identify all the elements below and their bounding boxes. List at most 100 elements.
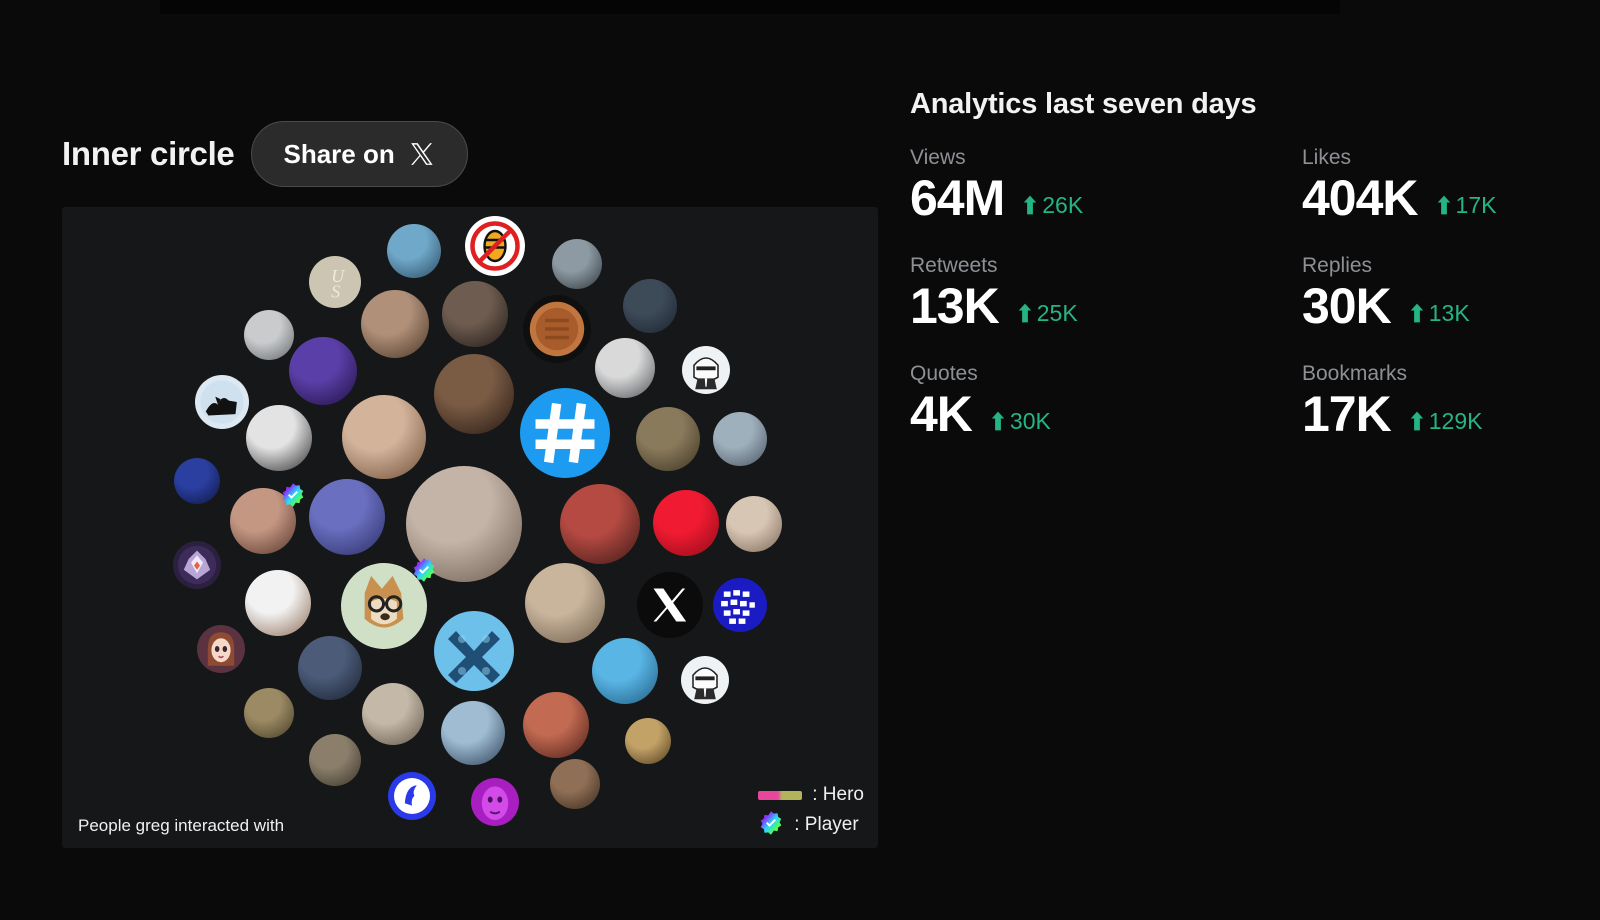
avatar-image <box>713 578 767 632</box>
bubble-avatar[interactable] <box>174 458 220 504</box>
avatar-image <box>442 281 508 347</box>
bubble-avatar[interactable] <box>442 281 508 347</box>
avatar-image <box>550 759 600 809</box>
avatar-image <box>520 388 610 478</box>
avatar-image <box>245 570 311 636</box>
bubble-avatar[interactable] <box>713 412 767 466</box>
bubble-avatar[interactable] <box>713 578 767 632</box>
arrow-up-icon <box>1022 195 1038 215</box>
bubble-avatar[interactable] <box>465 216 525 276</box>
avatar-image <box>244 310 294 360</box>
bubble-avatar[interactable] <box>245 570 311 636</box>
avatar-image <box>244 688 294 738</box>
bubble-avatar[interactable] <box>361 290 429 358</box>
stat-label: Retweets <box>910 254 998 277</box>
bubble-chart-caption: People greg interacted with <box>78 816 285 835</box>
bubble-avatar[interactable] <box>387 224 441 278</box>
bubble-avatar[interactable] <box>552 239 602 289</box>
stat-card-replies: Replies 30K 13K <box>1302 254 1570 334</box>
avatar-image <box>434 611 514 691</box>
bubble-avatar[interactable] <box>560 484 640 564</box>
svg-text:S: S <box>331 282 340 302</box>
bubble-avatar[interactable] <box>197 625 245 673</box>
bubble-avatar[interactable] <box>434 354 514 434</box>
bubble-avatar[interactable] <box>682 346 730 394</box>
bubble-avatar[interactable]: US <box>309 256 361 308</box>
stat-card-quotes: Quotes 4K 30K <box>910 362 1302 442</box>
bubble-avatar[interactable] <box>298 636 362 700</box>
stat-delta: 26K <box>1022 192 1083 219</box>
stat-value: 17K <box>1302 386 1392 442</box>
share-on-x-button[interactable]: Share on <box>250 121 468 187</box>
avatar-image <box>434 354 514 434</box>
stat-delta-value: 25K <box>1036 299 1078 326</box>
bubble-avatar[interactable] <box>244 310 294 360</box>
bubble-avatar[interactable] <box>625 718 671 764</box>
avatar-image <box>298 636 362 700</box>
bubble-avatar[interactable] <box>388 772 436 820</box>
player-badge-icon <box>758 810 784 841</box>
avatar-image <box>681 656 729 704</box>
bubble-avatar[interactable] <box>726 496 782 552</box>
bubble-avatar[interactable] <box>244 688 294 738</box>
avatar-image <box>592 638 658 704</box>
bubble-avatar[interactable] <box>434 611 514 691</box>
stat-value: 13K <box>910 278 1000 334</box>
avatar-image <box>523 295 591 363</box>
bubble-avatar[interactable] <box>173 541 221 589</box>
x-logo-icon <box>409 141 435 167</box>
avatar-image <box>361 290 429 358</box>
bubble-avatar[interactable] <box>362 683 424 745</box>
bubble-avatar[interactable] <box>246 405 312 471</box>
avatar-image <box>309 734 361 786</box>
legend-row-player: : Player <box>758 810 864 840</box>
bubble-avatar[interactable] <box>195 375 249 429</box>
avatar-image <box>726 496 782 552</box>
inner-circle-header: Inner circle Share on <box>62 110 878 198</box>
inner-circle-bubble-chart[interactable]: US People greg interacted with : Hero: … <box>62 207 878 848</box>
bubble-avatar[interactable] <box>309 479 385 555</box>
bubble-avatar[interactable] <box>471 778 519 826</box>
stat-delta: 17K <box>1436 191 1497 219</box>
avatar-image <box>523 692 589 758</box>
bubble-avatar[interactable] <box>309 734 361 786</box>
avatar-image <box>246 405 312 471</box>
bubble-avatar[interactable] <box>636 407 700 471</box>
bubble-avatar[interactable] <box>523 295 591 363</box>
stat-card-views: Views 64M 26K <box>910 146 1302 226</box>
bubble-avatar[interactable] <box>550 759 600 809</box>
player-badge-icon <box>280 482 306 508</box>
arrow-up-icon <box>1017 303 1033 323</box>
bubble-avatar[interactable] <box>441 701 505 765</box>
stat-delta-value: 17K <box>1455 191 1497 218</box>
avatar-image <box>525 563 605 643</box>
analytics-stat-grid: Views 64M 26K Likes 404K 17K Retweets 13K 25K Rep… <box>910 146 1570 442</box>
avatar-image <box>195 375 249 429</box>
bubble-avatar[interactable] <box>681 656 729 704</box>
bubble-avatar[interactable] <box>653 490 719 556</box>
avatar-image <box>197 625 245 673</box>
stat-delta-value: 26K <box>1042 191 1084 218</box>
page-title: Inner circle <box>62 135 235 172</box>
stat-card-retweets: Retweets 13K 25K <box>910 254 1302 334</box>
bubble-avatar[interactable] <box>592 638 658 704</box>
stat-delta-value: 129K <box>1428 407 1483 434</box>
stat-delta: 129K <box>1409 407 1483 435</box>
bubble-avatar[interactable] <box>230 483 304 554</box>
avatar-image <box>471 778 519 826</box>
bubble-avatar[interactable] <box>520 388 610 478</box>
bubble-avatar[interactable] <box>525 563 605 643</box>
avatar-image <box>682 346 730 394</box>
share-button-label: Share on <box>283 138 395 169</box>
top-edge-band <box>160 0 1340 14</box>
avatar-image <box>309 479 385 555</box>
bubble-avatar[interactable] <box>623 279 677 333</box>
stat-delta-value: 13K <box>1428 299 1470 326</box>
bubble-avatar[interactable] <box>637 572 703 638</box>
avatar-image <box>441 701 505 765</box>
arrow-up-icon <box>1436 195 1452 215</box>
bubble-avatar[interactable] <box>523 692 589 758</box>
avatar-image <box>465 216 525 276</box>
stat-label: Quotes <box>910 362 978 385</box>
stat-value: 30K <box>1302 278 1392 334</box>
